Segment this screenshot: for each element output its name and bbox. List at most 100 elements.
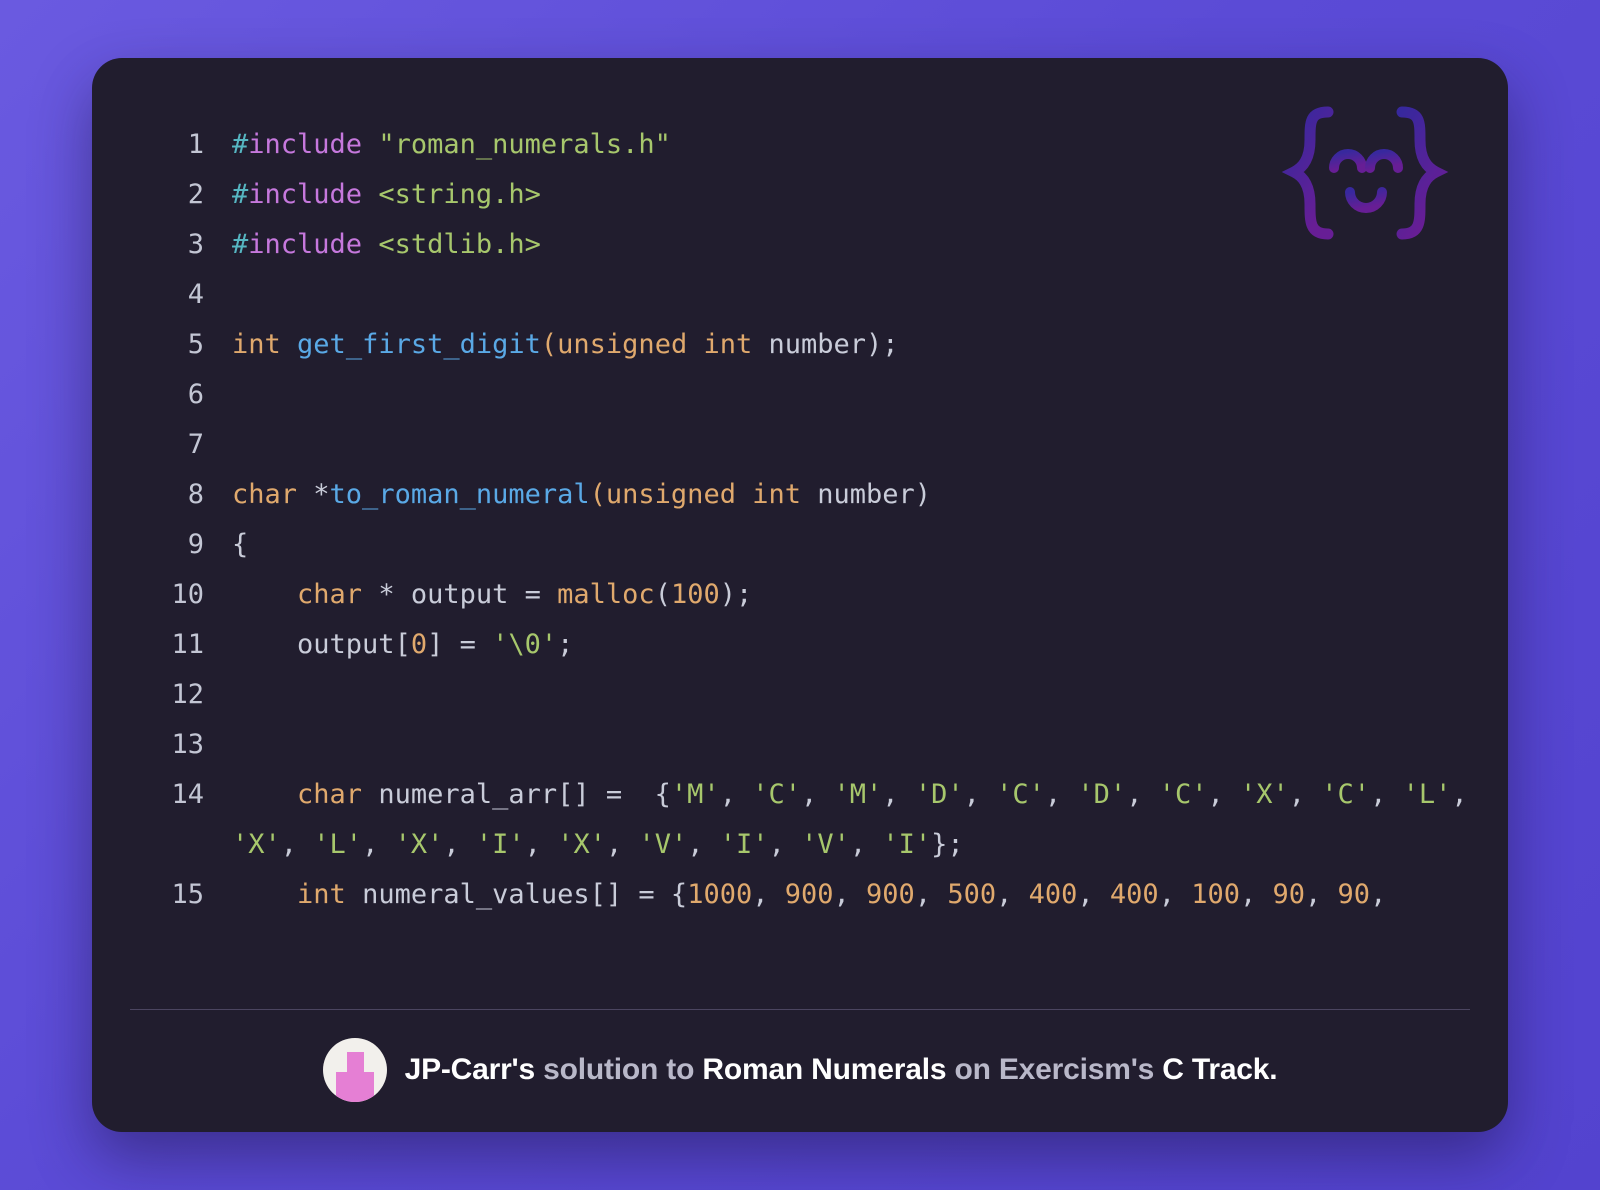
token-str: 'C' bbox=[996, 779, 1045, 810]
token-num: 0 bbox=[410, 629, 428, 660]
line-number: 11 bbox=[171, 629, 204, 660]
token-plain: , bbox=[719, 779, 753, 810]
token-plain: , bbox=[280, 829, 314, 860]
token-type: int bbox=[232, 329, 281, 360]
token-plain: , bbox=[1370, 779, 1403, 810]
line-number: 2 bbox=[187, 179, 204, 210]
token-plain: ; bbox=[557, 629, 574, 660]
line-number: 1 bbox=[187, 129, 204, 160]
credit-exercise: Roman Numerals bbox=[702, 1053, 947, 1086]
line-number: 10 bbox=[171, 579, 204, 610]
token-str: "roman_numerals.h" bbox=[378, 129, 671, 160]
token-plain: , bbox=[1126, 779, 1159, 810]
token-plain: }; bbox=[931, 829, 964, 860]
token-plain: , bbox=[801, 779, 834, 810]
token-str: '\0' bbox=[492, 629, 558, 660]
code-line: 11 output[0] = '\0'; bbox=[132, 620, 1468, 670]
code-line: 13 bbox=[132, 720, 1468, 770]
token-plain: numeral_arr[] = { bbox=[362, 779, 671, 810]
token-str: 'L' bbox=[1402, 779, 1452, 810]
line-number: 6 bbox=[187, 379, 204, 410]
line-number: 8 bbox=[187, 479, 204, 510]
code-line: 10 char * output = malloc(100); bbox=[132, 570, 1468, 620]
credit-connector-2: on bbox=[954, 1053, 991, 1086]
code-block[interactable]: 1 #include "roman_numerals.h" 2 #include <s… bbox=[92, 106, 1508, 920]
line-content: char *to_roman_numeral(unsigned int numb… bbox=[232, 470, 1468, 520]
token-plain: , bbox=[1044, 779, 1078, 810]
token-num: 400 bbox=[1028, 879, 1078, 910]
screenshot-root: 1 #include "roman_numerals.h" 2 #include <s… bbox=[0, 0, 1600, 1190]
credit-connector-1: solution to bbox=[543, 1053, 695, 1086]
line-number: 15 bbox=[171, 879, 204, 910]
token-plain: numeral_values[] = { bbox=[345, 879, 688, 910]
token-pre: # bbox=[232, 179, 249, 210]
line-number: 14 bbox=[171, 779, 204, 810]
token-plain: , bbox=[752, 879, 785, 910]
token-plain: , bbox=[1158, 879, 1192, 910]
token-plain: , bbox=[882, 779, 915, 810]
token-fn: to_roman_numeral bbox=[329, 479, 590, 510]
token-num: 900 bbox=[784, 879, 834, 910]
token-plain: , bbox=[687, 829, 720, 860]
token-type: char bbox=[297, 779, 363, 810]
token-str: 'X' bbox=[1240, 779, 1289, 810]
line-content: output[0] = '\0'; bbox=[232, 620, 1468, 670]
token-str: 'C' bbox=[752, 779, 801, 810]
token-type: int bbox=[703, 329, 753, 360]
code-line: 15 int numeral_values[] = {1000, 900, 90… bbox=[132, 870, 1468, 920]
token-num: 90 bbox=[1337, 879, 1371, 910]
code-line: 6 bbox=[132, 370, 1468, 420]
attribution-credit: JP-Carr's solution to Roman Numerals on … bbox=[130, 1038, 1470, 1102]
token-plain: , bbox=[1305, 879, 1338, 910]
code-snippet-card: 1 #include "roman_numerals.h" 2 #include <s… bbox=[92, 58, 1508, 1132]
token-plain: number) bbox=[752, 329, 883, 360]
token-str: 'V' bbox=[638, 829, 688, 860]
token-num: 1000 bbox=[687, 879, 753, 910]
token-str: 'M' bbox=[833, 779, 883, 810]
token-plain: , bbox=[963, 779, 997, 810]
line-content: int numeral_values[] = {1000, 900, 900, … bbox=[232, 870, 1468, 920]
line-number: 13 bbox=[171, 729, 204, 760]
token-str: 'M' bbox=[670, 779, 720, 810]
token-plain: , bbox=[1207, 779, 1240, 810]
token-str: 'X' bbox=[394, 829, 444, 860]
token-num: 500 bbox=[947, 879, 997, 910]
token-plain: , bbox=[996, 879, 1029, 910]
token-str: 'I' bbox=[882, 829, 932, 860]
token-plain: , bbox=[524, 829, 558, 860]
token-str: 'V' bbox=[801, 829, 850, 860]
line-number: 7 bbox=[187, 429, 204, 460]
token-str: 'C' bbox=[1158, 779, 1208, 810]
token-type: int bbox=[752, 479, 801, 510]
line-content: #include "roman_numerals.h" bbox=[232, 120, 1468, 170]
avatar-glyph-stem bbox=[346, 1052, 364, 1074]
token-plain: number) bbox=[801, 479, 932, 510]
token-str: 'I' bbox=[719, 829, 769, 860]
token-type: int bbox=[297, 879, 346, 910]
footer-divider bbox=[130, 1009, 1470, 1010]
token-num: 900 bbox=[866, 879, 915, 910]
token-str: 'X' bbox=[232, 829, 281, 860]
token-str: 'D' bbox=[914, 779, 964, 810]
line-content: #include <stdlib.h> bbox=[232, 220, 1468, 270]
token-str: <stdlib.h> bbox=[378, 229, 541, 260]
token-plain: * output = bbox=[362, 579, 558, 610]
token-type: unsigned bbox=[605, 479, 736, 510]
token-str: 'C' bbox=[1321, 779, 1371, 810]
token-str: 'X' bbox=[557, 829, 606, 860]
token-plain: , bbox=[1288, 779, 1322, 810]
token-str: 'D' bbox=[1077, 779, 1127, 810]
token-num: 90 bbox=[1272, 879, 1306, 910]
code-line: 14 char numeral_arr[] = {'M', 'C', 'M', … bbox=[132, 770, 1468, 870]
user-avatar bbox=[322, 1038, 387, 1102]
token-plain: ] = bbox=[427, 629, 493, 660]
token-type: char bbox=[232, 479, 298, 510]
line-content: int get_first_digit(unsigned int number)… bbox=[232, 320, 1468, 370]
token-type: ( bbox=[540, 329, 558, 360]
